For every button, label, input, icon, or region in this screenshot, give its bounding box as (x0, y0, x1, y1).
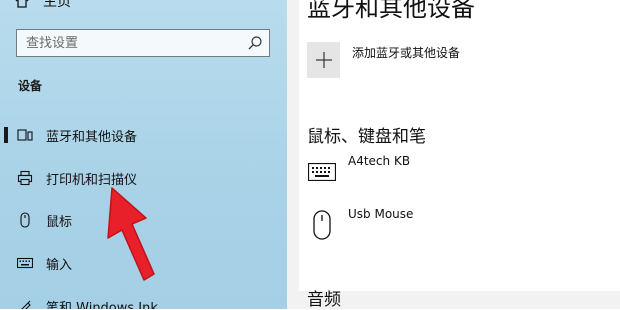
home-icon (15, 0, 29, 8)
sidebar-item-label: 笔和 Windows Ink (46, 300, 158, 310)
nav-home-label: 主页 (43, 0, 71, 10)
add-tile[interactable] (307, 42, 340, 78)
bluetooth-icon (17, 127, 33, 143)
pen-icon (17, 298, 33, 309)
selection-indicator (4, 127, 8, 143)
add-device-button[interactable]: 添加蓝牙或其他设备 (307, 42, 460, 78)
section-heading-audio: 音频 (307, 290, 341, 310)
sidebar-item-pen[interactable]: 笔和 Windows Ink (0, 289, 287, 309)
mouse-icon (307, 210, 337, 240)
sidebar-item-label: 输入 (46, 257, 73, 273)
printer-icon (17, 170, 33, 186)
keyboard-icon (17, 255, 33, 271)
device-name: Usb Mouse (348, 207, 414, 221)
section-heading-input-devices: 鼠标、键盘和笔 (307, 127, 426, 147)
search-icon[interactable] (247, 35, 263, 51)
page-title: 蓝牙和其他设备 (307, 0, 475, 22)
sidebar-item-bluetooth[interactable]: 蓝牙和其他设备 (0, 118, 287, 152)
search-box[interactable] (16, 29, 270, 57)
device-item-mouse[interactable]: Usb Mouse (307, 207, 414, 240)
nav-home[interactable]: 主页 (14, 0, 71, 11)
device-item-keyboard[interactable]: A4tech KB (307, 154, 411, 187)
sidebar-item-label: 蓝牙和其他设备 (46, 129, 138, 145)
search-input[interactable] (17, 35, 247, 51)
sidebar-item-label: 打印机和扫描仪 (46, 172, 138, 188)
add-device-label: 添加蓝牙或其他设备 (352, 46, 461, 60)
device-name: A4tech KB (348, 154, 411, 168)
mouse-icon (17, 212, 33, 228)
bottom-strip (299, 291, 620, 309)
red-arrow-annotation (107, 187, 155, 281)
pane-divider (287, 0, 299, 309)
sidebar-section-title: 设备 (18, 79, 43, 93)
sidebar-item-label: 鼠标 (46, 214, 73, 230)
settings-sidebar: 主页 设备 蓝牙和其他设备 打印机和扫描仪 鼠标 输入 笔和 Wind (0, 0, 287, 309)
plus-icon (315, 52, 332, 68)
keyboard-icon (307, 157, 337, 187)
